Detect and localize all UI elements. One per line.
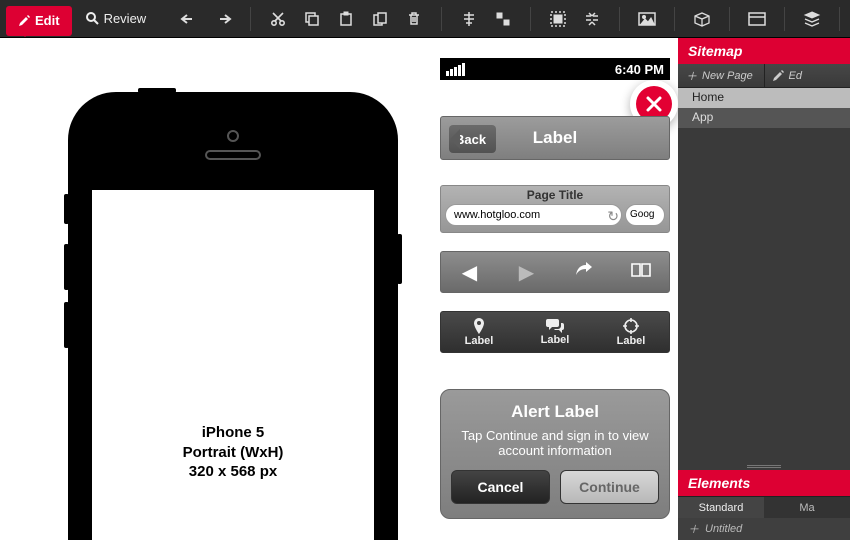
separator (441, 7, 442, 31)
pencil-icon (773, 70, 784, 81)
toolbar-icon-group (172, 7, 850, 31)
spacer (678, 128, 850, 462)
url-input[interactable] (445, 204, 622, 226)
sitemap-heading: Sitemap (678, 38, 850, 64)
sitemap-actions: ＋ New Page Ed (678, 64, 850, 88)
navbar-title: Label (533, 128, 577, 148)
phone-volume-down (64, 302, 69, 348)
copy-icon[interactable] (301, 8, 323, 30)
sitemap-page-app[interactable]: App (678, 108, 850, 128)
separator (530, 7, 531, 31)
plus-icon: ＋ (686, 68, 697, 84)
separator (784, 7, 785, 31)
distribute-icon[interactable] (492, 8, 514, 30)
group-icon[interactable] (547, 8, 569, 30)
duplicate-icon[interactable] (369, 8, 391, 30)
magnify-icon (86, 12, 99, 25)
phone-dimensions: 320 x 568 px (183, 462, 284, 482)
phone-info-text: iPhone 5 Portrait (WxH) 320 x 568 px (183, 423, 284, 482)
redo-icon[interactable] (212, 8, 234, 30)
cancel-button[interactable]: Cancel (451, 470, 550, 504)
phone-model: iPhone 5 (183, 423, 284, 443)
image-icon[interactable] (636, 8, 658, 30)
share-icon[interactable] (555, 261, 612, 284)
trash-icon[interactable] (403, 8, 425, 30)
panel-resize-handle[interactable] (678, 462, 850, 470)
bookmarks-icon[interactable] (612, 261, 669, 284)
elements-tabs: Standard Ma (678, 496, 850, 518)
undo-icon[interactable] (178, 8, 200, 30)
tab-chat[interactable]: Label (517, 312, 593, 352)
ios-statusbar-widget[interactable]: 6:40 PM (440, 58, 670, 80)
statusbar-time: 6:40 PM (615, 62, 664, 77)
right-panel: Sitemap ＋ New Page Ed Home App Elements … (678, 38, 850, 540)
layers-icon[interactable] (801, 8, 823, 30)
ios-browser-toolbar-widget[interactable]: ◀ ▶ (440, 251, 670, 293)
phone-camera-icon (227, 130, 239, 142)
align-icon[interactable] (458, 8, 480, 30)
review-label: Review (104, 11, 147, 26)
back-button[interactable]: Back (449, 125, 496, 153)
phone-power-button (397, 234, 402, 284)
add-element-row[interactable]: ＋ Untitled (678, 518, 850, 540)
phone-orientation: Portrait (WxH) (183, 443, 284, 463)
phone-speaker-icon (205, 150, 261, 160)
cut-icon[interactable] (267, 8, 289, 30)
edit-mode-tab[interactable]: Edit (6, 6, 72, 36)
phone-volume-up (64, 244, 69, 290)
separator (839, 7, 840, 31)
nav-back-icon[interactable]: ◀ (441, 260, 498, 285)
reload-icon[interactable]: ↻ (607, 208, 619, 225)
phone-mute-switch (64, 194, 69, 224)
ios-alert-widget[interactable]: Alert Label Tap Continue and sign in to … (440, 389, 670, 519)
edit-pages-button[interactable]: Ed (764, 64, 850, 87)
box-icon[interactable] (691, 8, 713, 30)
page-title-label: Page Title (441, 188, 669, 202)
new-page-button[interactable]: ＋ New Page (678, 64, 764, 87)
review-mode-tab[interactable]: Review (86, 11, 147, 26)
ios-searchbar-widget[interactable]: Page Title Goog ↻ (440, 185, 670, 233)
ios-tabbar-widget[interactable]: Label Label Label (440, 311, 670, 353)
edit-label: Edit (35, 13, 60, 28)
canvas-area[interactable]: iPhone 5 Portrait (WxH) 320 x 568 px 6:4… (0, 38, 678, 540)
crosshair-icon (623, 318, 639, 334)
elements-heading: Elements (678, 470, 850, 496)
paste-icon[interactable] (335, 8, 357, 30)
separator (619, 7, 620, 31)
tab-master[interactable]: Ma (764, 497, 850, 518)
tab-standard[interactable]: Standard (678, 497, 764, 518)
phone-screen[interactable]: iPhone 5 Portrait (WxH) 320 x 568 px (92, 190, 374, 540)
sitemap-page-home[interactable]: Home (678, 88, 850, 108)
top-toolbar: Edit Review 10:2 (0, 0, 850, 38)
signal-bars-icon (446, 63, 465, 76)
continue-button[interactable]: Continue (560, 470, 659, 504)
window-icon[interactable] (746, 8, 768, 30)
plus-icon: ＋ (688, 521, 699, 537)
separator (729, 7, 730, 31)
alert-body: Tap Continue and sign in to view account… (451, 428, 659, 458)
ungroup-icon[interactable] (581, 8, 603, 30)
nav-forward-icon[interactable]: ▶ (498, 260, 555, 285)
separator (674, 7, 675, 31)
tab-target[interactable]: Label (593, 312, 669, 352)
phone-top-button (138, 88, 176, 93)
widget-samples: 6:40 PM Back Label Page Title Goog ↻ ◀ ▶ (440, 58, 670, 519)
chat-icon (546, 319, 564, 333)
google-button[interactable]: Goog (625, 204, 665, 226)
pencil-icon (18, 15, 30, 27)
ios-navbar-widget[interactable]: Back Label (440, 116, 670, 160)
pin-icon (472, 318, 486, 334)
alert-title: Alert Label (451, 402, 659, 422)
tab-location[interactable]: Label (441, 312, 517, 352)
iphone5-device-frame[interactable]: iPhone 5 Portrait (WxH) 320 x 568 px (68, 92, 398, 540)
separator (250, 7, 251, 31)
